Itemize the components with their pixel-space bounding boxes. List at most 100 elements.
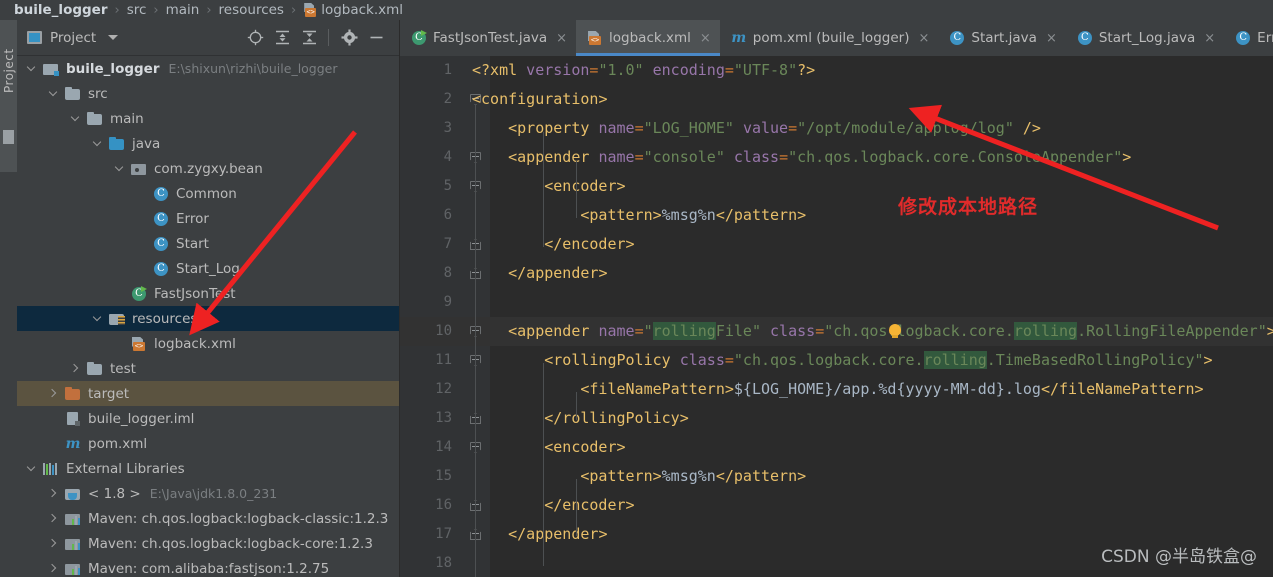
chevron-down-icon[interactable]: [108, 35, 119, 40]
code-line-text: <pattern>%msg%n</pattern>: [580, 467, 807, 485]
code-line[interactable]: 14 <encoder>: [400, 433, 1273, 462]
tree-node-start-log[interactable]: C Start_Log: [17, 256, 399, 281]
chevron-right-icon[interactable]: [49, 514, 58, 523]
chevron-down-icon[interactable]: [71, 114, 80, 123]
tree-node-buile-logger[interactable]: buile_logger E:\shixun\rizhi\buile_logger: [17, 56, 399, 81]
breadcrumb-item-file[interactable]: logback.xml: [321, 2, 403, 18]
tree-node-pom-xml[interactable]: m pom.xml: [17, 431, 399, 456]
editor-tab-error-java[interactable]: C Error.java: [1224, 20, 1273, 56]
breadcrumb-separator: ›: [153, 2, 159, 18]
chevron-right-icon[interactable]: [49, 489, 58, 498]
line-number: 1: [443, 62, 452, 78]
tree-node-maven-ch-qos-logback-logback-core-1-2-3[interactable]: Maven: ch.qos.logback:logback-core:1.2.3: [17, 531, 399, 556]
tree-node-error[interactable]: C Error: [17, 206, 399, 231]
tree-node-common[interactable]: C Common: [17, 181, 399, 206]
close-icon[interactable]: ×: [1046, 31, 1057, 46]
chevron-down-icon[interactable]: [93, 314, 102, 323]
tree-node-main[interactable]: main: [17, 106, 399, 131]
chevron-right-icon[interactable]: [71, 364, 80, 373]
breadcrumb-item-main[interactable]: main: [166, 2, 200, 18]
chevron-right-icon[interactable]: [49, 564, 58, 573]
tree-node-java[interactable]: java: [17, 131, 399, 156]
code-line[interactable]: 15 <pattern>%msg%n</pattern>: [400, 462, 1273, 491]
breadcrumb-item-project[interactable]: buile_logger: [14, 2, 107, 18]
breadcrumb-item-src[interactable]: src: [127, 2, 147, 18]
close-icon[interactable]: ×: [918, 31, 929, 46]
project-tree[interactable]: buile_logger E:\shixun\rizhi\buile_logger…: [17, 56, 399, 577]
code-line[interactable]: 3 <property name="LOG_HOME" value="/opt/…: [400, 114, 1273, 143]
close-icon[interactable]: ×: [1204, 31, 1215, 46]
runnable-class-icon: C: [131, 285, 147, 302]
code-line[interactable]: 2 <configuration>: [400, 85, 1273, 114]
tree-node-maven-ch-qos-logback-logback-classic-1-2-3[interactable]: Maven: ch.qos.logback:logback-classic:1.…: [17, 506, 399, 531]
tree-node-com-zygxy-bean[interactable]: com.zygxy.bean: [17, 156, 399, 181]
code-line[interactable]: 8 </appender>: [400, 259, 1273, 288]
code-line[interactable]: 5 <encoder>: [400, 172, 1273, 201]
editor-tab-logback-xml[interactable]: <> logback.xml ×: [576, 20, 720, 56]
tree-node-label: pom.xml: [88, 435, 148, 452]
tree-node-target[interactable]: target: [17, 381, 399, 406]
maven-icon: m: [65, 435, 81, 452]
chevron-right-icon[interactable]: [49, 539, 58, 548]
code-line[interactable]: 9: [400, 288, 1273, 317]
code-line[interactable]: 6 <pattern>%msg%n</pattern>: [400, 201, 1273, 230]
lightbulb-icon[interactable]: [888, 324, 902, 340]
collapse-all-icon[interactable]: [296, 25, 322, 51]
code-line[interactable]: 4 <appender name="console" class="ch.qos…: [400, 143, 1273, 172]
chevron-down-icon[interactable]: [49, 89, 58, 98]
tree-node-logback-xml[interactable]: <> logback.xml: [17, 331, 399, 356]
code-line-text: <configuration>: [472, 90, 608, 108]
minimize-icon[interactable]: [363, 25, 389, 51]
gear-icon[interactable]: [336, 25, 362, 51]
project-icon: [27, 31, 42, 44]
tree-node-label: java: [132, 135, 161, 152]
vertical-tab-project[interactable]: Project: [0, 20, 17, 172]
code-line-text: <?xml version="1.0" encoding="UTF-8"?>: [472, 61, 816, 79]
tree-node-label: External Libraries: [66, 460, 185, 477]
tree-node-test[interactable]: test: [17, 356, 399, 381]
maven-library-icon: [65, 536, 81, 552]
structure-tab-marker[interactable]: [3, 130, 14, 144]
tree-node-resources[interactable]: resources: [17, 306, 399, 331]
tree-node-external-libraries[interactable]: External Libraries: [17, 456, 399, 481]
editor-tab-label: Start.java: [971, 30, 1037, 46]
close-icon[interactable]: ×: [556, 31, 567, 46]
tree-node-label: test: [110, 360, 136, 377]
locate-icon[interactable]: [242, 25, 268, 51]
line-number: 13: [435, 410, 452, 426]
tree-node-src[interactable]: src: [17, 81, 399, 106]
chevron-down-icon[interactable]: [27, 464, 36, 473]
editor-tab-start-java[interactable]: C Start.java ×: [938, 20, 1065, 56]
expand-all-icon[interactable]: [269, 25, 295, 51]
line-number: 17: [435, 526, 452, 542]
editor-tab-start-log-java[interactable]: C Start_Log.java ×: [1066, 20, 1224, 56]
close-icon[interactable]: ×: [700, 31, 711, 46]
editor-tab-fastjsontest-java[interactable]: C FastJsonTest.java ×: [400, 20, 576, 56]
breadcrumb-item-resources[interactable]: resources: [219, 2, 284, 18]
tree-node-label: logback.xml: [154, 335, 236, 352]
tree-node-1-8[interactable]: < 1.8 > E:\Java\jdk1.8.0_231: [17, 481, 399, 506]
editor-tab-label: FastJsonTest.java: [433, 30, 548, 46]
chevron-down-icon[interactable]: [93, 139, 102, 148]
tree-node-start[interactable]: C Start: [17, 231, 399, 256]
tree-node-buile-logger-iml[interactable]: buile_logger.iml: [17, 406, 399, 431]
tree-node-maven-com-alibaba-fastjson-1-2-75[interactable]: Maven: com.alibaba:fastjson:1.2.75: [17, 556, 399, 577]
editor-tab-pom-xml-buile-logger[interactable]: m pom.xml (buile_logger) ×: [720, 20, 939, 56]
editor-tab-bar[interactable]: C FastJsonTest.java × <> logback.xml × m pom.xm…: [400, 20, 1273, 56]
code-line[interactable]: 1 <?xml version="1.0" encoding="UTF-8"?>: [400, 56, 1273, 85]
chevron-right-icon[interactable]: [49, 389, 58, 398]
code-editor[interactable]: 1 <?xml version="1.0" encoding="UTF-8"?> 2…: [400, 56, 1273, 577]
code-line[interactable]: 11 <rollingPolicy class="ch.qos.logback.…: [400, 346, 1273, 375]
code-line[interactable]: 7 </encoder>: [400, 230, 1273, 259]
code-line[interactable]: 13 </rollingPolicy>: [400, 404, 1273, 433]
code-line[interactable]: 10 <appender name="rollingFile" class="c…: [400, 317, 1273, 346]
chevron-down-icon[interactable]: [115, 164, 124, 173]
breadcrumb-separator: ›: [114, 2, 120, 18]
code-line[interactable]: 12 <fileNamePattern>${LOG_HOME}/app.%d{y…: [400, 375, 1273, 404]
chevron-down-icon[interactable]: [27, 64, 36, 73]
tree-node-fastjsontest[interactable]: C FastJsonTest: [17, 281, 399, 306]
code-line[interactable]: 16 </encoder>: [400, 491, 1273, 520]
